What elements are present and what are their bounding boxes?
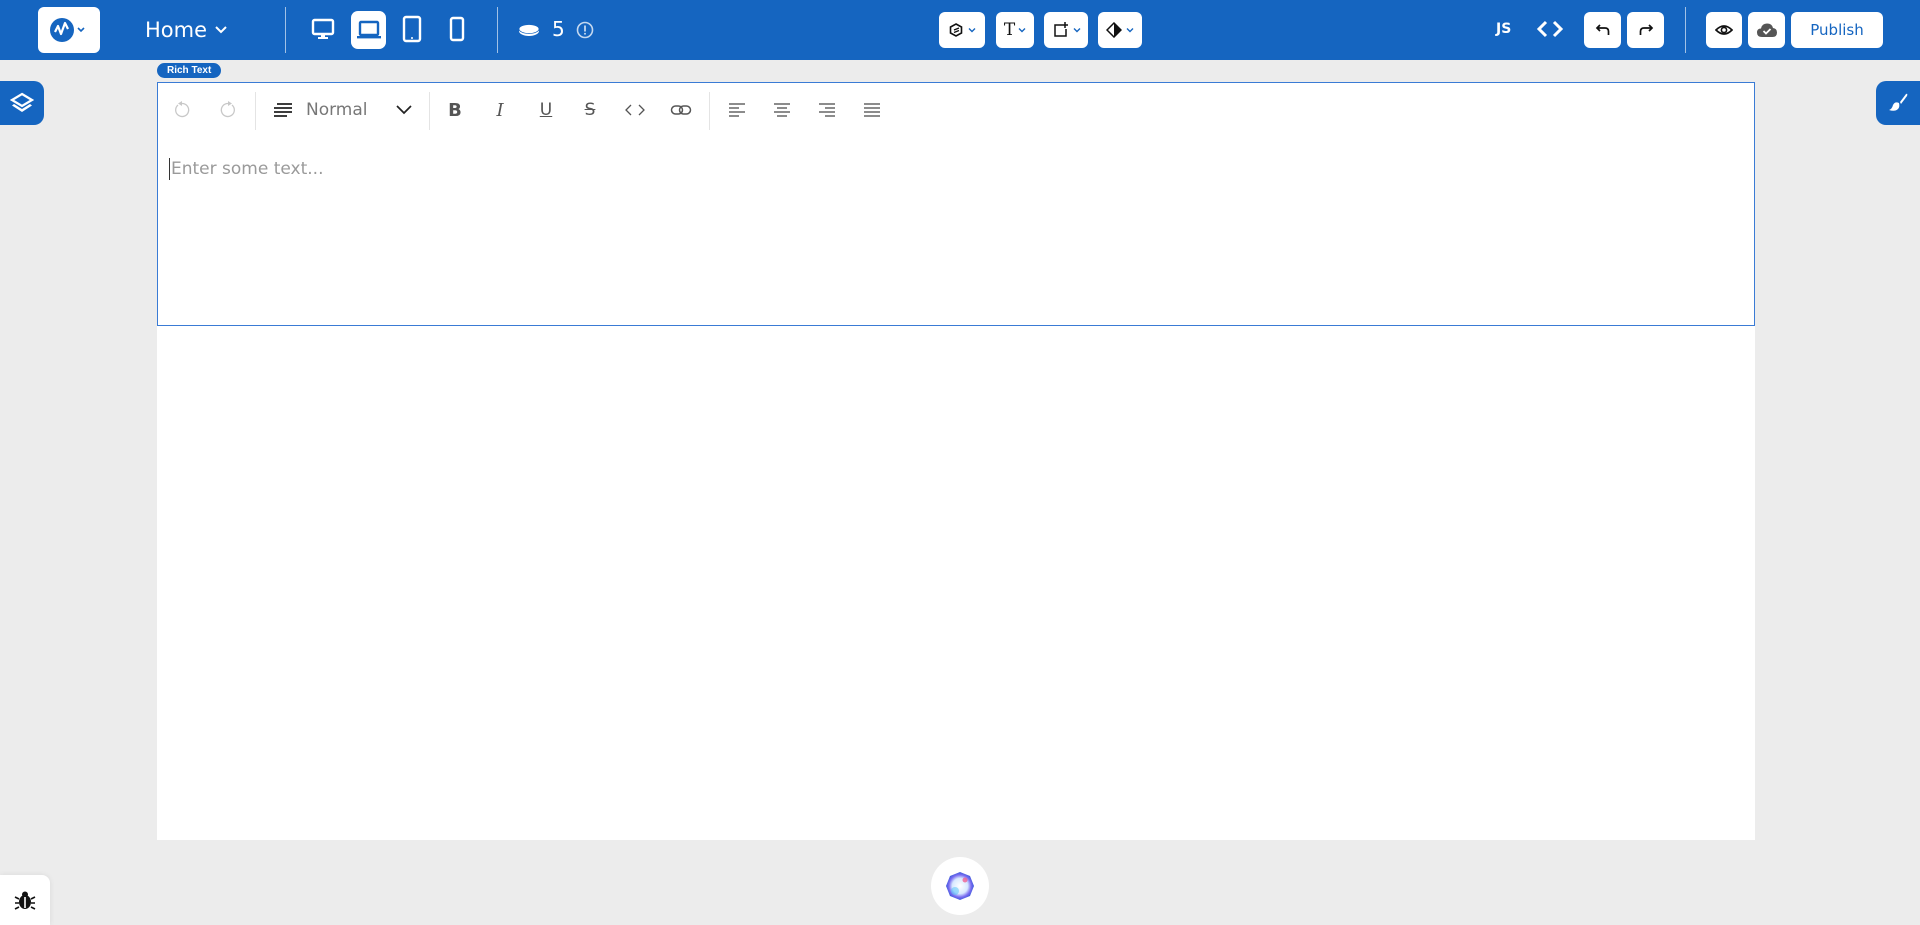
- layers-panel-button[interactable]: [0, 81, 44, 125]
- block-format-value: Normal: [306, 100, 368, 120]
- chevron-down-icon: [215, 26, 227, 34]
- device-laptop-button[interactable]: [351, 11, 386, 49]
- cloud-check-icon: [1756, 23, 1777, 37]
- eye-icon: [1715, 25, 1733, 35]
- undo-icon: [175, 101, 190, 118]
- chevron-down-icon: [968, 28, 976, 33]
- tablet-icon: [402, 15, 422, 43]
- redo-icon: [1639, 24, 1653, 35]
- italic-icon: I: [496, 99, 504, 121]
- code-view-button[interactable]: [1536, 19, 1564, 39]
- components-menu-button[interactable]: [939, 12, 985, 48]
- info-icon[interactable]: [576, 21, 594, 39]
- code-icon: [1536, 20, 1564, 38]
- debug-button[interactable]: [0, 875, 50, 925]
- chevron-down-icon: [1073, 28, 1080, 33]
- link-button[interactable]: [669, 98, 693, 122]
- preview-button[interactable]: [1706, 12, 1742, 48]
- paragraph-format-icon: [274, 103, 292, 117]
- align-center-icon: [774, 103, 790, 117]
- align-center-button[interactable]: [770, 98, 794, 122]
- chevron-down-icon: [396, 105, 412, 115]
- rich-text-input[interactable]: Enter some text...: [169, 158, 323, 180]
- add-element-menu-button[interactable]: [1044, 12, 1088, 48]
- editor-undo-button[interactable]: [170, 98, 194, 122]
- align-right-button[interactable]: [815, 98, 839, 122]
- redo-button[interactable]: [1627, 12, 1664, 48]
- device-tablet-button[interactable]: [400, 15, 428, 45]
- link-icon: [670, 105, 692, 115]
- publish-button[interactable]: Publish: [1791, 12, 1883, 48]
- bold-button[interactable]: B: [443, 98, 467, 122]
- align-left-button[interactable]: [725, 98, 749, 122]
- add-element-icon: [1053, 22, 1068, 37]
- align-justify-button[interactable]: [860, 98, 884, 122]
- bold-icon: B: [448, 99, 462, 121]
- italic-button[interactable]: I: [488, 98, 512, 122]
- strikethrough-icon: S: [584, 100, 596, 120]
- toolbar-divider: [255, 92, 256, 130]
- ai-assistant-button[interactable]: [931, 857, 989, 915]
- credits-coin-icon: [518, 16, 542, 44]
- desktop-icon: [311, 18, 335, 39]
- layers-icon: [10, 92, 34, 112]
- selected-element-badge: Rich Text: [157, 63, 222, 78]
- paintbrush-icon: [1889, 93, 1908, 111]
- mobile-icon: [449, 16, 465, 42]
- chevron-down-icon: [1018, 28, 1026, 33]
- page-selector-label: Home: [145, 18, 208, 42]
- block-format-select[interactable]: Normal: [272, 96, 422, 124]
- app-logo-menu[interactable]: [38, 7, 100, 53]
- style-panel-button[interactable]: [1876, 81, 1920, 125]
- code-icon: [625, 104, 645, 116]
- redo-icon: [220, 101, 235, 118]
- inline-code-button[interactable]: [623, 98, 647, 122]
- editor-redo-button[interactable]: [216, 98, 240, 122]
- ai-orb-icon: [946, 872, 974, 900]
- components-icon: [949, 23, 963, 37]
- align-left-icon: [729, 103, 745, 117]
- strikethrough-button[interactable]: S: [578, 98, 602, 122]
- credits-count: 5: [552, 17, 565, 41]
- cloud-save-button[interactable]: [1748, 12, 1785, 48]
- text-icon: T: [1003, 20, 1016, 40]
- device-mobile-button[interactable]: [447, 16, 471, 44]
- laptop-icon: [356, 20, 381, 39]
- undo-icon: [1595, 24, 1609, 35]
- top-bar: Home 5 T JS Publish: [0, 0, 1920, 60]
- theme-contrast-icon: [1106, 22, 1122, 38]
- underline-button[interactable]: U: [534, 98, 558, 122]
- theme-menu-button[interactable]: [1098, 12, 1142, 48]
- align-justify-icon: [864, 103, 880, 117]
- publish-label: Publish: [1810, 21, 1864, 39]
- device-desktop-button[interactable]: [310, 16, 338, 44]
- bug-icon: [14, 891, 36, 910]
- align-right-icon: [819, 103, 835, 117]
- underline-icon: U: [539, 100, 553, 120]
- logo-icon: [50, 18, 85, 42]
- undo-button[interactable]: [1584, 12, 1621, 48]
- toolbar-divider: [429, 92, 430, 130]
- js-button[interactable]: JS: [1496, 21, 1511, 37]
- page-selector[interactable]: Home: [145, 14, 227, 46]
- divider: [1685, 7, 1686, 53]
- divider: [285, 7, 286, 53]
- divider: [497, 7, 498, 53]
- chevron-down-icon: [1126, 28, 1134, 33]
- text-menu-button[interactable]: T: [996, 12, 1034, 48]
- toolbar-divider: [709, 92, 710, 130]
